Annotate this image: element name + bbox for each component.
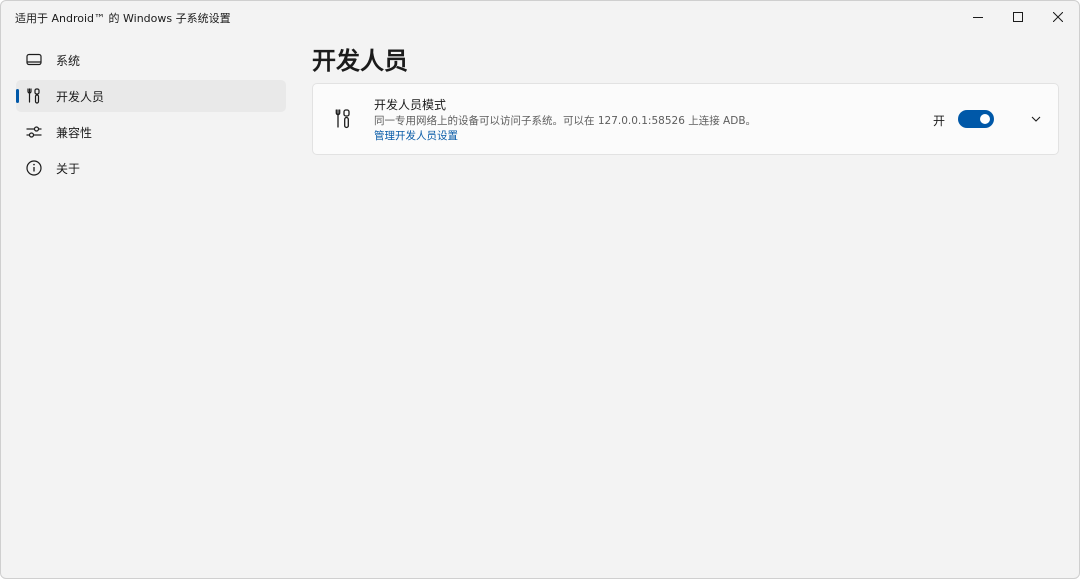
settings-window: 适用于 Android™ 的 Windows 子系统设置 系统 开发人员 兼容性… (0, 0, 1080, 579)
sliders-icon (25, 123, 43, 141)
sidebar-item-compatibility[interactable]: 兼容性 (16, 116, 286, 148)
sidebar-item-label: 兼容性 (56, 126, 93, 140)
sidebar-item-system[interactable]: 系统 (16, 44, 286, 76)
expand-button[interactable] (1026, 110, 1046, 128)
developer-mode-description: 同一专用网络上的设备可以访问子系统。可以在 127.0.0.1:58526 上连… (374, 115, 757, 127)
sidebar-item-label: 开发人员 (56, 90, 105, 104)
close-icon (1053, 12, 1063, 22)
sidebar-item-label: 系统 (56, 54, 81, 68)
sidebar-item-developer[interactable]: 开发人员 (16, 80, 286, 112)
selection-indicator (16, 89, 19, 103)
maximize-button[interactable] (998, 1, 1038, 33)
developer-mode-title: 开发人员模式 (374, 98, 447, 112)
toggle-knob (980, 114, 990, 124)
developer-tools-icon (333, 108, 353, 130)
minimize-button[interactable] (958, 1, 998, 33)
info-icon (25, 159, 43, 177)
sidebar-item-about[interactable]: 关于 (16, 152, 286, 184)
minimize-icon (973, 17, 983, 18)
manage-developer-settings-link[interactable]: 管理开发人员设置 (374, 128, 458, 143)
chevron-down-icon (1031, 116, 1041, 122)
monitor-icon (25, 51, 43, 69)
developer-tools-icon (25, 87, 43, 105)
sidebar-item-label: 关于 (56, 162, 81, 176)
title-bar[interactable]: 适用于 Android™ 的 Windows 子系统设置 (1, 1, 1079, 33)
window-title: 适用于 Android™ 的 Windows 子系统设置 (15, 12, 231, 25)
close-button[interactable] (1038, 1, 1078, 33)
developer-mode-toggle[interactable] (958, 110, 994, 128)
maximize-icon (1013, 12, 1023, 22)
toggle-state-label: 开 (933, 114, 946, 128)
page-title: 开发人员 (312, 47, 408, 75)
developer-mode-card[interactable]: 开发人员模式 同一专用网络上的设备可以访问子系统。可以在 127.0.0.1:5… (312, 83, 1059, 155)
